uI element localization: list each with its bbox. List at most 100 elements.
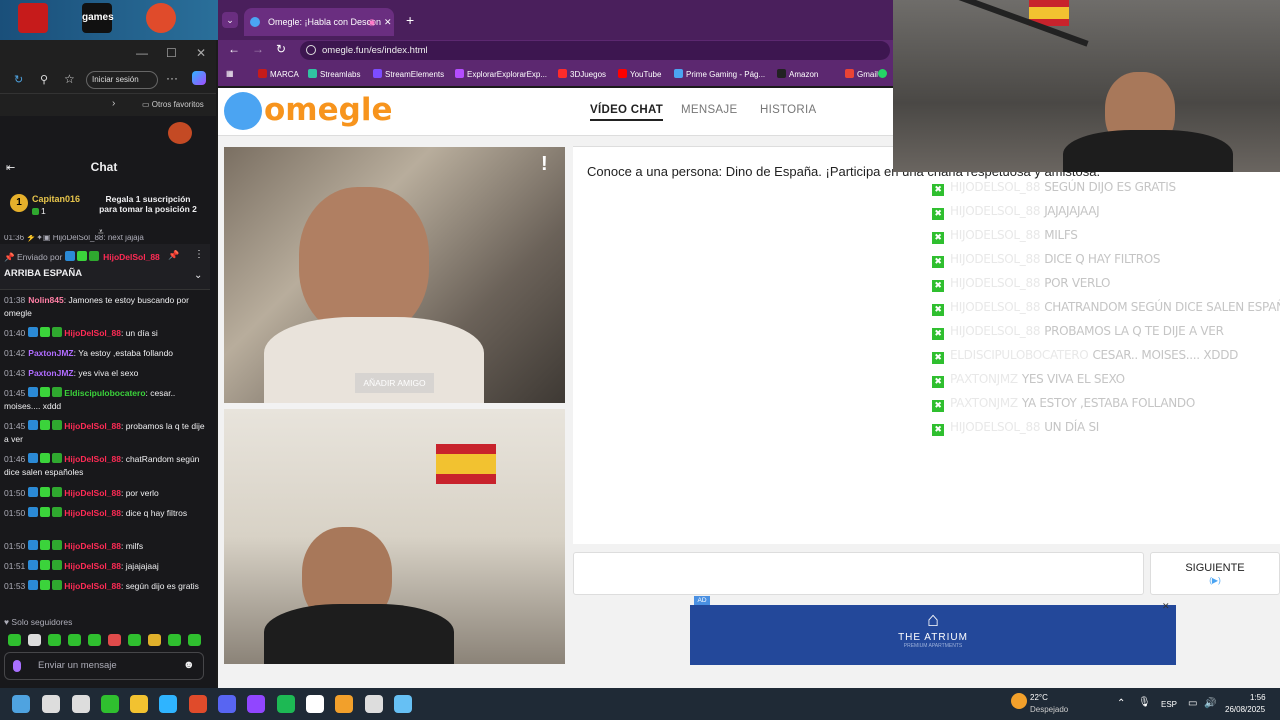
emote-icon[interactable] — [148, 634, 161, 646]
chevron-down-icon[interactable]: ⌄ — [194, 270, 202, 281]
pinned-more-icon[interactable]: ⋮ — [194, 249, 204, 260]
spotify-icon[interactable] — [277, 695, 295, 713]
new-tab-icon[interactable]: + — [406, 12, 414, 28]
maximize-icon[interactable]: ☐ — [166, 46, 177, 60]
emote-icon[interactable] — [188, 634, 201, 646]
add-friend-button[interactable]: AÑADIR AMIGO — [355, 373, 434, 393]
apps-grid-icon[interactable]: ▦ — [226, 69, 234, 78]
emote-icon[interactable] — [28, 634, 41, 646]
browser-tab[interactable]: Omegle: ¡Habla con Descon ◉ ✕ — [244, 8, 394, 36]
steam-icon[interactable] — [394, 695, 412, 713]
nav-video-chat[interactable]: VÍDEO CHAT — [590, 104, 664, 121]
xbox-icon[interactable] — [101, 695, 119, 713]
language-indicator[interactable]: ESP — [1161, 700, 1177, 709]
emote-icon[interactable] — [88, 634, 101, 646]
weather-temp[interactable]: 22°C — [1030, 693, 1048, 702]
streamlabs-icon[interactable] — [335, 695, 353, 713]
nav-history[interactable]: HISTORIA — [760, 104, 817, 116]
reload-icon[interactable]: ↻ — [276, 42, 286, 56]
search-icon[interactable] — [42, 695, 60, 713]
weather-text[interactable]: Despejado — [1030, 705, 1068, 714]
edge-icon[interactable] — [159, 695, 177, 713]
discord-icon[interactable] — [218, 695, 236, 713]
bookmark-item[interactable]: Streamlabs — [308, 69, 360, 79]
obs-icon[interactable] — [365, 695, 383, 713]
tab-list-icon[interactable]: ⌄ — [222, 12, 238, 28]
bookmark-item[interactable]: Prime Gaming - Pág... — [674, 69, 765, 79]
leaderboard-user[interactable]: Capitan016 — [32, 194, 80, 204]
network-icon[interactable]: ▭ — [1188, 698, 1197, 709]
chat-message-input[interactable] — [573, 552, 1144, 595]
bookmark-item[interactable]: 3DJuegos — [558, 69, 606, 79]
mic-tray-icon[interactable]: 🎙 — [1138, 697, 1151, 708]
copilot-icon[interactable] — [192, 71, 206, 85]
omegle-logo[interactable]: omegle — [264, 92, 392, 128]
nav-message[interactable]: MENSAJE — [681, 104, 737, 116]
clock-date[interactable]: 26/08/2025 — [1225, 705, 1265, 714]
close-icon[interactable]: ✕ — [196, 46, 206, 60]
bookmark-item[interactable]: Gmail — [845, 69, 878, 79]
chat-username[interactable]: HijoDelSol_88 — [64, 561, 121, 571]
twitch-icon[interactable] — [247, 695, 265, 713]
refresh-icon[interactable]: ↻ — [14, 73, 23, 86]
bookmark-item[interactable]: ExplorarExplorarExp... — [455, 69, 547, 79]
minimize-icon[interactable]: — — [136, 46, 148, 60]
chat-username[interactable]: HijoDelSol_88 — [64, 541, 121, 551]
other-favorites-folder[interactable]: ▭ Otros favoritos — [142, 100, 204, 109]
streamer-avatar[interactable] — [168, 122, 192, 144]
emote-icon[interactable] — [8, 634, 21, 646]
forward-icon[interactable]: → — [252, 42, 264, 56]
chat-username[interactable]: HijoDelSol_88 — [64, 328, 121, 338]
emote-icon[interactable] — [48, 634, 61, 646]
weather-icon[interactable] — [1011, 693, 1027, 709]
microphone-icon[interactable] — [13, 660, 21, 672]
chat-username[interactable]: HijoDelSol_88 — [64, 508, 121, 518]
emote-icon[interactable] — [108, 634, 121, 646]
file-explorer-icon[interactable] — [130, 695, 148, 713]
site-info-icon[interactable] — [306, 45, 316, 55]
emote-icon[interactable] — [128, 634, 141, 646]
emote-picker-icon[interactable]: ☻ — [183, 659, 195, 671]
bookmark-item[interactable]: MARCA — [258, 69, 299, 79]
favorite-star-icon[interactable]: ☆ — [64, 72, 75, 86]
url-field[interactable]: omegle.fun/es/index.html — [300, 41, 890, 60]
gift-sub-prompt[interactable]: Regala 1 suscripción para tomar la posic… — [88, 194, 208, 214]
pinned-user[interactable]: HijoDelSol_88 — [103, 252, 160, 262]
extension-icon[interactable]: ⚲ — [40, 73, 48, 86]
capcut-icon[interactable] — [306, 695, 324, 713]
ad-close-icon[interactable]: ✕ — [1162, 601, 1170, 612]
chat-username[interactable]: PaxtonJMZ — [28, 368, 73, 378]
whatsapp-bookmark-icon[interactable] — [878, 69, 890, 79]
desktop-app-icon[interactable] — [18, 3, 48, 33]
unpin-icon[interactable]: 📌 — [168, 250, 179, 261]
tray-chevron-icon[interactable]: ⌃ — [1117, 698, 1125, 709]
volume-icon[interactable]: 🔊 — [1204, 698, 1216, 709]
close-tab-icon[interactable]: ✕ — [384, 8, 392, 36]
more-options-icon[interactable]: ··· — [166, 71, 178, 85]
start-icon[interactable] — [12, 695, 30, 713]
ad-banner[interactable]: ⌂ THE ATRIUM PREMIUM APARTMENTS — [690, 605, 1176, 665]
chat-input[interactable]: Enviar un mensaje ☻ — [4, 652, 204, 680]
chat-username[interactable]: HijoDelSol_88 — [64, 581, 121, 591]
emote-icon[interactable] — [168, 634, 181, 646]
chat-username[interactable]: Nolin845 — [28, 295, 63, 305]
next-button[interactable]: SIGUIENTE (▶) — [1150, 552, 1280, 595]
games-icon[interactable]: games — [82, 3, 114, 33]
bookmark-item[interactable]: YouTube — [618, 69, 661, 79]
back-icon[interactable]: ← — [228, 42, 240, 56]
chevron-right-icon[interactable]: › — [112, 98, 115, 109]
chrome-icon[interactable] — [189, 695, 207, 713]
report-icon[interactable]: ! — [541, 153, 548, 176]
bookmark-item[interactable]: StreamElements — [373, 69, 444, 79]
chat-username[interactable]: PaxtonJMZ — [28, 348, 73, 358]
signin-button[interactable]: Iniciar sesión — [86, 71, 158, 89]
emote-icon[interactable] — [68, 634, 81, 646]
ccleaner-icon[interactable] — [146, 3, 176, 33]
task-view-icon[interactable] — [72, 695, 90, 713]
chat-username[interactable]: Eldiscipulobocatero — [64, 388, 145, 398]
scroll-down-icon[interactable]: ⩡ — [98, 227, 104, 238]
clock-time[interactable]: 1:56 — [1250, 693, 1266, 702]
chat-username[interactable]: HijoDelSol_88 — [64, 488, 121, 498]
chat-username[interactable]: HijoDelSol_88 — [64, 454, 121, 464]
chat-username[interactable]: HijoDelSol_88 — [64, 421, 121, 431]
